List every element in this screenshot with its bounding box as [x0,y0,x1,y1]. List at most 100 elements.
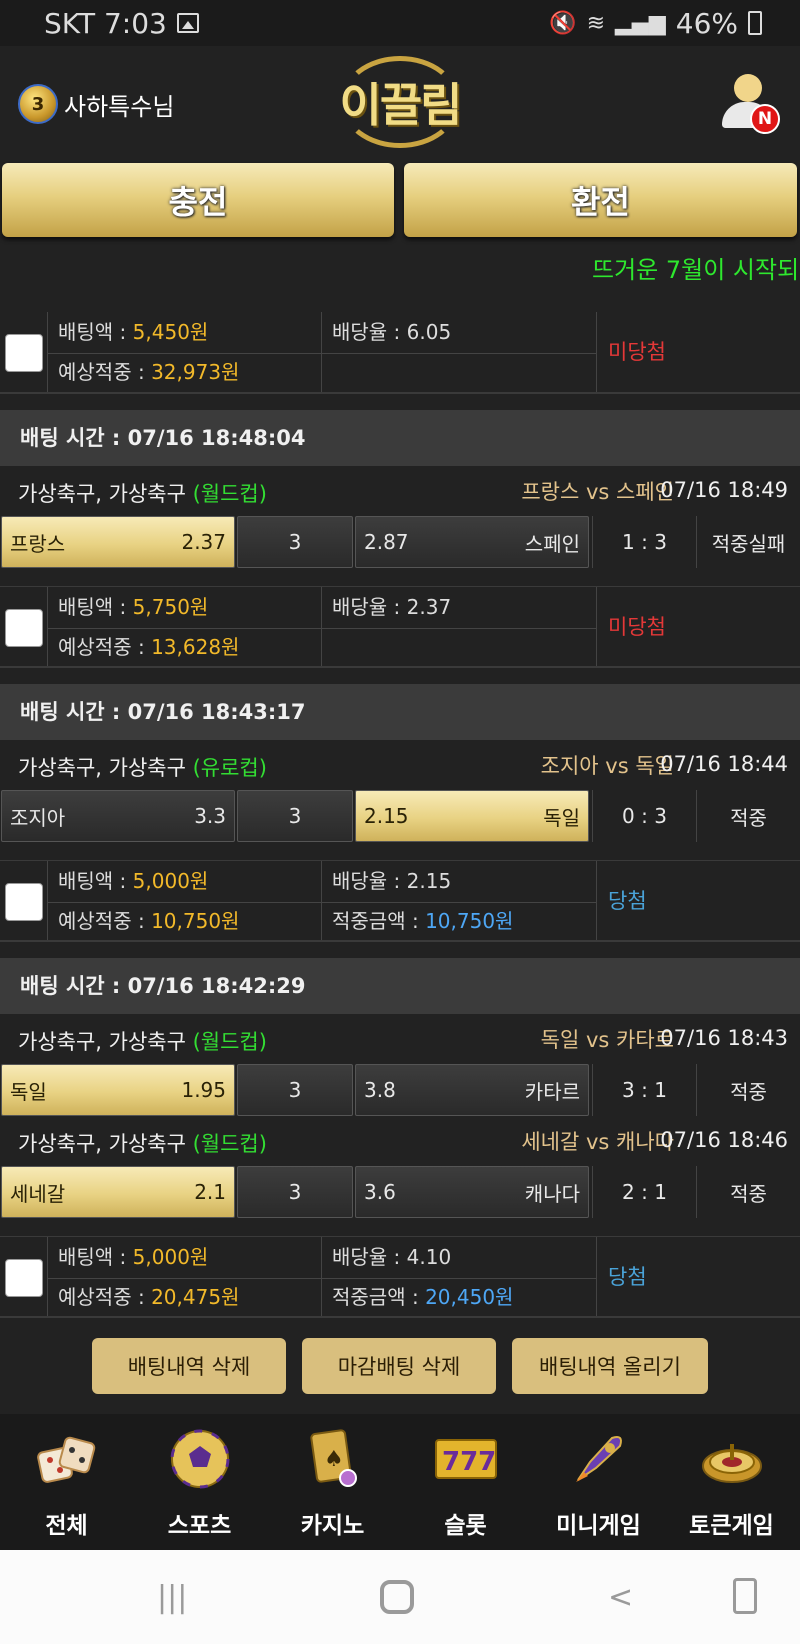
bet-summary: 배팅액 : 5,450원 배당율 : 6.05 예상적중 : 32,973원 미… [0,312,800,394]
level-badge-icon: 3 [18,84,58,124]
divider [596,1237,597,1316]
expected-win: 예상적중 : 13,628원 [58,635,240,659]
select-checkbox[interactable] [5,609,43,647]
away-odds-button[interactable]: 2.15 독일 [355,790,589,842]
exchange-button[interactable]: 환전 [404,163,797,237]
win-amount: 적중금액 : 20,450원 [332,1285,514,1309]
match-time: 07/16 18:44 [660,752,788,776]
divider [47,312,48,392]
league-label: 가상축구, 가상축구 (유로컵) [18,756,267,780]
league-label: 가상축구, 가상축구 (월드컵) [18,1030,267,1054]
post-history-button[interactable]: 배팅내역 올리기 [512,1338,708,1394]
match-header: 가상축구, 가상축구 (월드컵) 프랑스 vs 스페인 07/16 18:49 [0,466,800,516]
bet-summary: 배팅액 : 5,000원 배당율 : 2.15 예상적중 : 10,750원 적… [0,860,800,942]
odds-rate: 배당율 : 6.05 [332,320,452,344]
nav-all-label: 전체 [45,1513,88,1539]
match-time: 07/16 18:46 [660,1128,788,1152]
user-info[interactable]: 3 사하특수님 [18,84,174,124]
match-teams: 독일 vs 카타르 [540,1028,674,1052]
match-header: 가상축구, 가상축구 (월드컵) 세네갈 vs 캐나다 07/16 18:46 [0,1116,800,1166]
charge-button[interactable]: 충전 [2,163,394,237]
match-teams: 프랑스 vs 스페인 [521,480,674,504]
action-buttons: 배팅내역 삭제 마감배팅 삭제 배팅내역 올리기 [0,1338,800,1394]
username: 사하특수님 [64,92,175,121]
back-icon[interactable]: < [608,1580,633,1615]
away-odds-button[interactable]: 2.87 스페인 [355,516,589,568]
odds-row: 독일 1.95 3 3.8 카타르 3 : 1 적중 [0,1064,800,1116]
bet-status: 당첨 [608,889,647,913]
svg-text:♠: ♠ [324,1447,344,1472]
bet-amount: 배팅액 : 5,750원 [58,595,209,619]
bet-history-list: 배팅액 : 5,450원 배당율 : 6.05 예상적중 : 32,973원 미… [0,312,800,1318]
draw-odds-button[interactable]: 3 [237,790,353,842]
system-navigation-bar: ||| < [0,1550,800,1644]
nav-all[interactable]: 전체 [0,1414,133,1550]
home-odds-button[interactable]: 세네갈 2.1 [1,1166,235,1218]
away-odds-button[interactable]: 3.8 카타르 [355,1064,589,1116]
select-checkbox[interactable] [5,334,43,372]
divider [47,1237,48,1316]
profile-button[interactable]: N [718,74,780,138]
bet-status: 미당첨 [608,615,666,639]
site-logo[interactable]: 이끌림 [330,52,470,152]
match-time: 07/16 18:43 [660,1026,788,1050]
match-time: 07/16 18:49 [660,478,788,502]
odds-row: 조지아 3.3 3 2.15 독일 0 : 3 적중 [0,790,800,842]
match-teams: 조지아 vs 독일 [540,754,674,778]
home-odds-button[interactable]: 조지아 3.3 [1,790,235,842]
divider [47,861,48,940]
home-odds-button[interactable]: 독일 1.95 [1,1064,235,1116]
away-odds-button[interactable]: 3.6 캐나다 [355,1166,589,1218]
odds-row: 세네갈 2.1 3 3.6 캐나다 2 : 1 적중 [0,1166,800,1218]
rotate-icon[interactable] [733,1578,757,1614]
bet-amount: 배팅액 : 5,000원 [58,1245,209,1269]
home-odds-button[interactable]: 프랑스 2.37 [1,516,235,568]
nav-slot-label: 슬롯 [444,1513,487,1539]
nav-minigame[interactable]: 미니게임 [532,1414,665,1550]
soccer-ball-icon [170,1429,230,1489]
delete-closed-button[interactable]: 마감배팅 삭제 [302,1338,496,1394]
bet-time-header: 배팅 시간 : 07/16 18:43:17 [0,684,800,740]
odds-rate: 배당율 : 2.37 [332,595,452,619]
divider [47,587,48,666]
bet-status: 미당첨 [608,340,666,364]
mute-icon: 🔇 [549,10,577,36]
profile-head-icon [734,74,762,102]
nav-sports[interactable]: 스포츠 [133,1414,266,1550]
battery-percent: 46% [675,6,738,40]
expected-win: 예상적중 : 20,475원 [58,1285,240,1309]
draw-odds-button[interactable]: 3 [237,1166,353,1218]
select-checkbox[interactable] [5,1259,43,1297]
recent-apps-icon[interactable]: ||| [157,1580,187,1615]
odds-rate: 배당율 : 4.10 [332,1245,452,1269]
delete-history-button[interactable]: 배팅내역 삭제 [92,1338,286,1394]
bet-time-header: 배팅 시간 : 07/16 18:42:29 [0,958,800,1014]
marquee-text: 뜨거운 7월이 시작되었 [592,256,800,284]
divider [596,587,597,666]
image-notification-icon [176,13,199,33]
nav-slot[interactable]: 777 슬롯 [399,1414,532,1550]
select-checkbox[interactable] [5,883,43,921]
win-amount: 적중금액 : 10,750원 [332,909,514,933]
match-result: 적중 [696,1166,800,1218]
notification-badge: N [750,104,780,134]
home-icon[interactable] [380,1580,414,1614]
odds-rate: 배당율 : 2.15 [332,869,452,893]
signal-icon: ▂▄▆ [615,10,666,36]
divider [321,587,322,666]
draw-odds-button[interactable]: 3 [237,516,353,568]
match-score: 3 : 1 [592,1064,696,1116]
wifi-icon: ≋ [586,10,605,36]
svg-text:777: 777 [442,1447,496,1477]
nav-casino[interactable]: ♠ 카지노 [266,1414,399,1550]
slot-machine-icon: 777 [435,1439,497,1479]
roulette-icon [702,1444,762,1483]
nav-token-game-label: 토큰게임 [689,1513,774,1539]
bet-summary: 배팅액 : 5,000원 배당율 : 4.10 예상적중 : 20,475원 적… [0,1236,800,1318]
bet-time-header: 배팅 시간 : 07/16 18:48:04 [0,410,800,466]
draw-odds-button[interactable]: 3 [237,1064,353,1116]
match-score: 1 : 3 [592,516,696,568]
divider [596,312,597,392]
status-bar: SKT 7:03 🔇 ≋ ▂▄▆ 46% [0,0,800,46]
nav-token-game[interactable]: 토큰게임 [665,1414,798,1550]
